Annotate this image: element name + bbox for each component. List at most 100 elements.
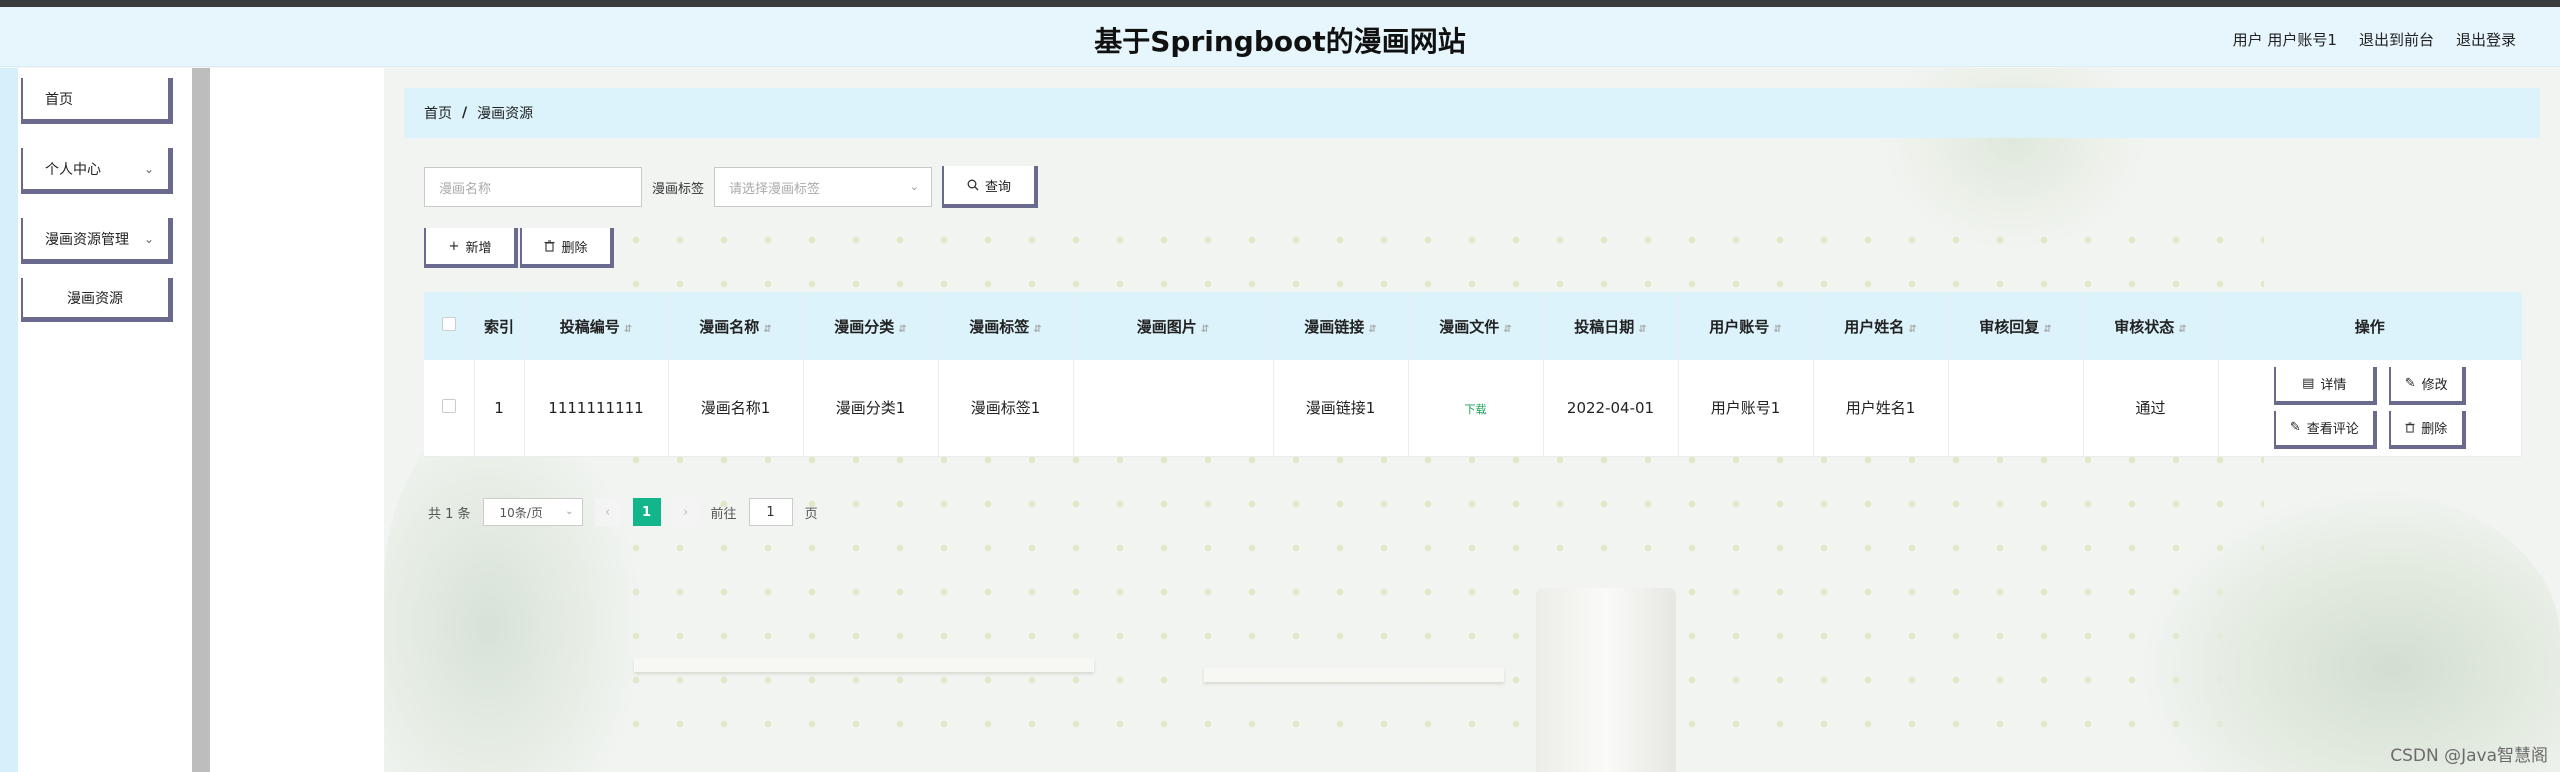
tag-filter-label: 漫画标签: [652, 181, 705, 197]
add-button[interactable]: + 新增: [424, 228, 518, 268]
batch-delete-button[interactable]: 删除: [520, 228, 614, 268]
column-header[interactable]: 漫画文件 ⇵: [1408, 292, 1544, 360]
column-header[interactable]: 审核状态 ⇵: [2083, 292, 2219, 360]
sidebar-item-comic-management[interactable]: 漫画资源管理 ⌄: [21, 218, 173, 264]
sort-icon[interactable]: ⇵: [763, 324, 771, 335]
sort-icon[interactable]: ⇵: [1503, 324, 1511, 335]
delete-button-label: 删除: [561, 240, 588, 256]
column-header-label: 漫画链接: [1304, 317, 1365, 336]
column-header[interactable]: 投稿日期 ⇵: [1543, 292, 1679, 360]
column-header-label: 操作: [2354, 317, 2385, 336]
table-cell: 漫画名称1: [668, 360, 804, 457]
table-cell-file: 下载: [1408, 360, 1544, 457]
page-number-current[interactable]: 1: [632, 498, 661, 526]
sort-icon[interactable]: ⇵: [1368, 324, 1376, 335]
sort-icon[interactable]: ⇵: [1908, 324, 1916, 335]
tag-select[interactable]: 请选择漫画标签 ⌄: [714, 167, 933, 207]
column-header[interactable]: 漫画分类 ⇵: [803, 292, 939, 360]
table-cell: 用户姓名1: [1813, 360, 1949, 457]
sidebar-item-personal-center[interactable]: 个人中心 ⌄: [21, 148, 173, 194]
column-header-label: 审核回复: [1979, 317, 2040, 336]
table-cell: 通过: [2083, 360, 2219, 457]
column-header[interactable]: 审核回复 ⇵: [1948, 292, 2084, 360]
column-header[interactable]: 漫画链接 ⇵: [1273, 292, 1409, 360]
sort-icon[interactable]: ⇵: [1201, 324, 1209, 335]
detail-button-label: 详情: [2320, 378, 2347, 394]
sort-icon[interactable]: ⇵: [2043, 324, 2051, 335]
column-header[interactable]: 漫画名称 ⇵: [668, 292, 804, 360]
column-header-label: 漫画图片: [1136, 317, 1197, 336]
view-comments-button-label: 查看评论: [2306, 422, 2359, 438]
column-header-label: 漫画文件: [1439, 317, 1500, 336]
select-all-checkbox[interactable]: [441, 317, 456, 331]
breadcrumb-current: 漫画资源: [477, 106, 534, 122]
vase-decoration: [1536, 588, 1676, 772]
chevron-down-icon: ⌄: [565, 506, 574, 517]
shelf-decoration: [1204, 668, 1504, 682]
row-actions: ▤ 详情 ✎ 修改 ✎ 查看评论 删除: [2219, 366, 2522, 449]
sort-icon[interactable]: ⇵: [1638, 324, 1646, 335]
top-strip: [0, 0, 2560, 7]
column-header[interactable]: 投稿编号 ⇵: [524, 292, 669, 360]
column-header[interactable]: 用户账号 ⇵: [1678, 292, 1814, 360]
column-header[interactable]: 用户姓名 ⇵: [1813, 292, 1949, 360]
table-cell: [1948, 360, 2084, 457]
sort-icon[interactable]: ⇵: [624, 324, 632, 335]
table-cell: 漫画标签1: [938, 360, 1074, 457]
column-header-label: 用户姓名: [1844, 317, 1905, 336]
table-cell: 2022-04-01: [1543, 360, 1679, 457]
table-cell: 用户账号1: [1678, 360, 1814, 457]
comic-name-input[interactable]: 漫画名称: [424, 167, 642, 207]
row-delete-button[interactable]: 删除: [2388, 410, 2466, 449]
search-icon: [967, 179, 979, 191]
row-delete-button-label: 删除: [2421, 422, 2448, 438]
table-cell: 1: [474, 360, 525, 457]
column-header[interactable]: 漫画标签 ⇵: [938, 292, 1074, 360]
query-button[interactable]: 查询: [942, 166, 1039, 208]
column-header[interactable]: 漫画图片 ⇵: [1073, 292, 1274, 360]
page-size-select[interactable]: 10条/页 ⌄: [482, 498, 583, 526]
plus-icon: +: [448, 238, 460, 254]
breadcrumb-separator: /: [462, 105, 468, 121]
edit-button[interactable]: ✎ 修改: [2388, 366, 2466, 405]
goto-page-input[interactable]: 1: [748, 498, 793, 526]
row-select-cell: [424, 360, 475, 457]
edit-button-label: 修改: [2421, 378, 2448, 394]
document-icon: ▤: [2302, 376, 2315, 392]
sort-icon[interactable]: ⇵: [1033, 324, 1041, 335]
site-title: 基于Springboot的漫画网站: [1094, 25, 1466, 58]
detail-button[interactable]: ▤ 详情: [2273, 366, 2377, 405]
breadcrumb-home[interactable]: 首页: [424, 103, 452, 123]
column-header-label: 投稿编号: [559, 317, 620, 336]
table-row: 1 1111111111 漫画名称1 漫画分类1 漫画标签1 漫画链接1 下载 …: [424, 360, 2522, 457]
row-checkbox[interactable]: [441, 398, 456, 413]
prev-page-button[interactable]: ‹: [594, 498, 621, 526]
header-user-actions: 用户 用户账号1 退出到前台 退出登录: [2233, 29, 2516, 50]
pagination: 共 1 条 10条/页 ⌄ ‹ 1 › 前往 1 页: [428, 498, 818, 526]
column-header-label: 投稿日期: [1574, 317, 1635, 336]
table-header-row: 索引 投稿编号 ⇵ 漫画名称 ⇵ 漫画分类 ⇵ 漫画标签 ⇵ 漫画图片 ⇵ 漫画链接 ⇵ 漫…: [424, 292, 2522, 360]
shelf-decoration: [634, 658, 1094, 672]
column-header-label: 索引: [483, 317, 514, 336]
query-button-label: 查询: [985, 179, 1012, 195]
download-link[interactable]: 下载: [1465, 403, 1487, 416]
sidebar-item-label: 漫画资源: [67, 290, 123, 307]
column-header-label: 漫画标签: [969, 317, 1030, 336]
table-cell: 漫画链接1: [1273, 360, 1409, 457]
sidebar-item-home[interactable]: 首页: [21, 78, 173, 124]
column-header-label: 用户账号: [1709, 317, 1770, 336]
view-comments-button[interactable]: ✎ 查看评论: [2273, 410, 2377, 449]
row-actions-cell: ▤ 详情 ✎ 修改 ✎ 查看评论 删除: [2218, 360, 2522, 457]
sort-icon[interactable]: ⇵: [1773, 324, 1781, 335]
back-to-front-link[interactable]: 退出到前台: [2359, 29, 2434, 50]
sort-icon[interactable]: ⇵: [898, 324, 906, 335]
sidebar-item-comic-resources[interactable]: 漫画资源: [21, 278, 173, 322]
logout-link[interactable]: 退出登录: [2456, 29, 2516, 50]
sidebar-item-label: 首页: [45, 91, 73, 108]
top-header: 基于Springboot的漫画网站 用户 用户账号1 退出到前台 退出登录: [0, 7, 2560, 67]
sort-icon[interactable]: ⇵: [2178, 324, 2186, 335]
sidebar-scrollbar[interactable]: [192, 68, 210, 772]
next-page-button[interactable]: ›: [672, 498, 699, 526]
edit-icon: ✎: [2404, 376, 2416, 392]
current-user-label: 用户 用户账号1: [2232, 31, 2337, 49]
